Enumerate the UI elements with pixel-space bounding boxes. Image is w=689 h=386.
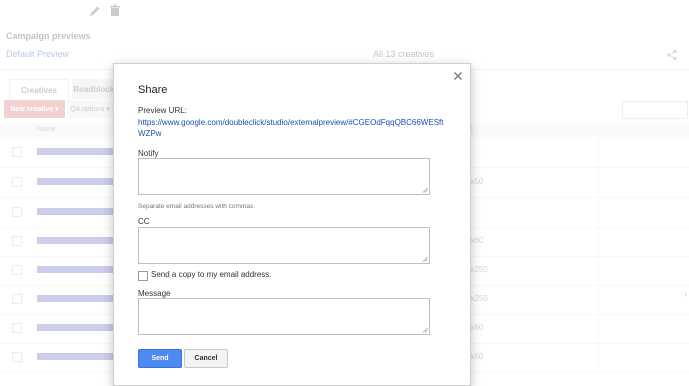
notify-field[interactable] <box>138 158 430 195</box>
send-copy-label[interactable]: Send a copy to my email address. <box>151 270 272 279</box>
notify-label: Notify <box>138 149 159 158</box>
resize-grip-icon[interactable] <box>422 187 428 193</box>
notify-hint: Separate email addresses with commas. <box>138 203 256 210</box>
send-copy-checkbox[interactable] <box>138 271 148 281</box>
preview-url-label: Preview URL: <box>138 106 187 115</box>
cc-field[interactable] <box>138 227 430 264</box>
share-dialog: Share Preview URL: https://www.google.co… <box>113 63 471 386</box>
dialog-title: Share <box>138 84 168 96</box>
resize-grip-icon[interactable] <box>422 327 428 333</box>
send-button[interactable]: Send <box>138 349 182 368</box>
cc-label: CC <box>138 217 150 226</box>
cancel-button[interactable]: Cancel <box>184 349 228 368</box>
message-label: Message <box>138 289 171 298</box>
preview-url-link[interactable]: https://www.google.com/doubleclick/studi… <box>138 117 448 139</box>
resize-grip-icon[interactable] <box>422 256 428 262</box>
message-field[interactable] <box>138 298 430 335</box>
close-icon[interactable] <box>452 70 464 82</box>
